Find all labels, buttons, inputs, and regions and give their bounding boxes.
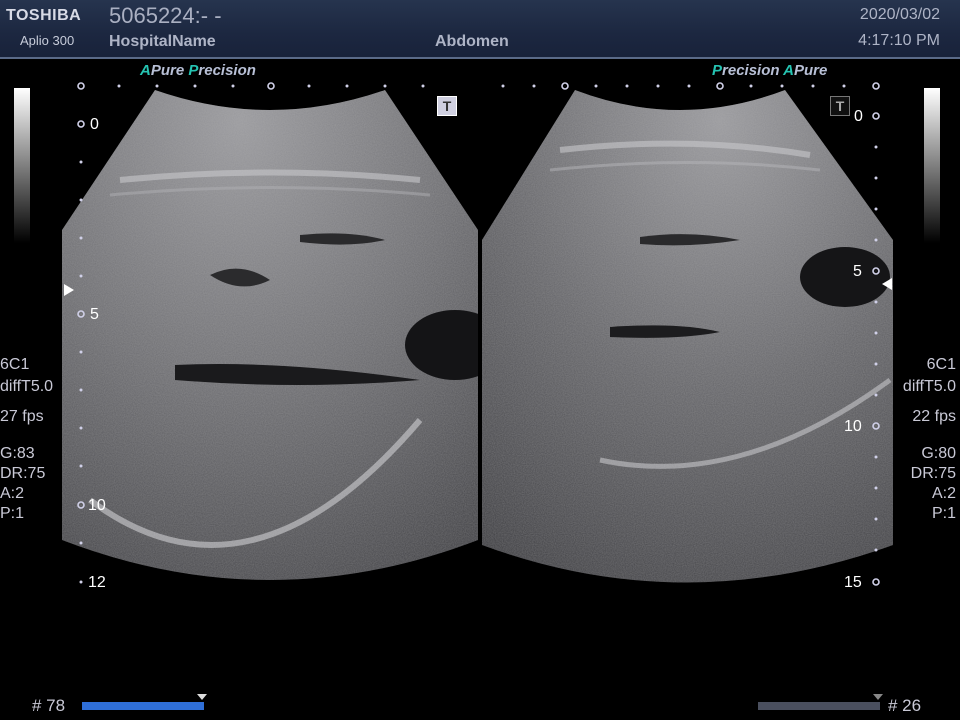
patient-id: 5065224:- - — [109, 3, 222, 28]
right-depth-10: 10 — [844, 418, 862, 435]
left-settings-panel: 6C1 diffT5.0 27 fps G:83 DR:75 A:2 P:1 — [0, 355, 53, 524]
left-depth-scale — [77, 120, 85, 584]
left-depth-5: 5 — [90, 306, 99, 323]
right-dynamic-range: DR:75 — [910, 465, 956, 482]
left-t-icon[interactable]: T — [437, 96, 457, 116]
right-ultrasound-image[interactable] — [480, 60, 960, 660]
right-p-value: P:1 — [931, 505, 956, 522]
left-a-value: A:2 — [0, 485, 25, 502]
right-frame-number: # 26 — [888, 696, 922, 715]
left-diff: diffT5.0 — [0, 378, 54, 395]
right-probe: 6C1 — [926, 356, 956, 373]
left-grayscale-bar — [14, 88, 30, 243]
left-p-value: P:1 — [0, 505, 25, 522]
right-fps: 22 fps — [912, 408, 956, 425]
right-depth-scale — [872, 112, 880, 586]
right-a-value: A:2 — [931, 485, 956, 502]
hospital-name: HospitalName — [109, 33, 216, 50]
right-depth-5: 5 — [853, 263, 862, 280]
right-focus-arrow-icon[interactable] — [882, 278, 892, 290]
right-grayscale-bar — [924, 88, 940, 243]
left-focus-arrow-icon[interactable] — [64, 284, 74, 296]
exam-date: 2020/03/02 — [859, 6, 940, 23]
left-dynamic-range: DR:75 — [0, 465, 46, 482]
left-gain: G:83 — [0, 445, 35, 462]
right-depth-15: 15 — [844, 574, 862, 591]
exam-type: Abdomen — [435, 33, 509, 50]
exam-time: 4:17:10 PM — [858, 32, 940, 49]
right-settings-panel: 6C1 diffT5.0 22 fps G:80 DR:75 A:2 P:1 — [903, 355, 956, 524]
right-cine-marker-icon[interactable] — [873, 694, 883, 700]
top-scale-markers — [77, 82, 880, 90]
header-bar: TOSHIBA Aplio 300 5065224:- - HospitalNa… — [0, 0, 960, 59]
right-depth-0: 0 — [854, 108, 863, 125]
left-fps: 27 fps — [0, 408, 44, 425]
left-cine-bar[interactable] — [82, 702, 204, 710]
right-cine-bar[interactable] — [758, 702, 880, 710]
left-probe: 6C1 — [0, 356, 30, 373]
right-t-icon[interactable]: T — [830, 96, 850, 116]
brand-logo: TOSHIBA — [6, 7, 82, 24]
right-gain: G:80 — [921, 445, 956, 462]
scanner-model: Aplio 300 — [20, 33, 75, 48]
left-frame-number: # 78 — [32, 696, 66, 715]
left-depth-0: 0 — [90, 116, 99, 133]
left-depth-10: 10 — [88, 497, 106, 514]
left-depth-12: 12 — [88, 574, 106, 591]
left-cine-marker-icon[interactable] — [197, 694, 207, 700]
right-diff: diffT5.0 — [902, 378, 956, 395]
